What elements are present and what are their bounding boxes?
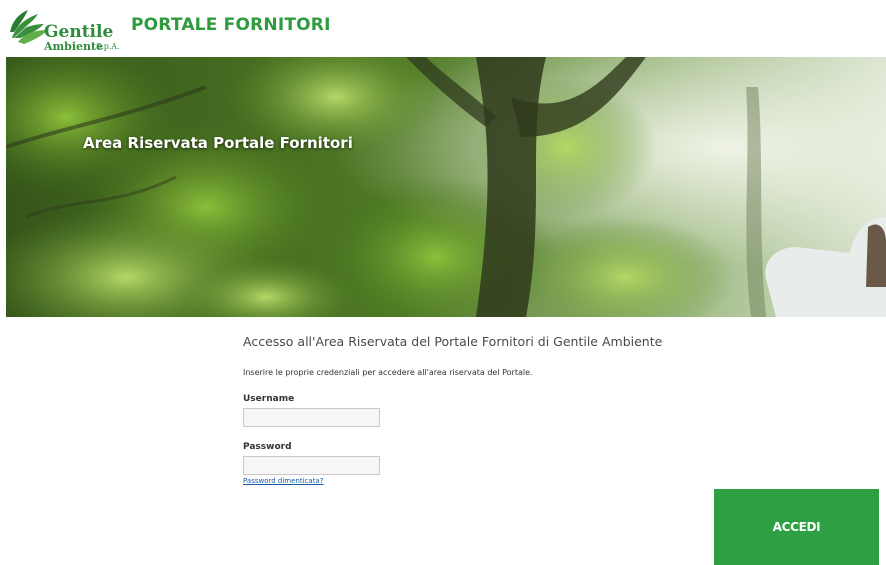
forgot-password-link[interactable]: Password dimenticata?	[243, 478, 323, 485]
forest-background-image	[6, 57, 886, 317]
password-input[interactable]	[243, 456, 380, 475]
login-page: Gentile Ambiente S.p.A. PORTALE FORNITOR…	[0, 0, 886, 565]
login-heading: Accesso all'Area Riservata del Portale F…	[243, 334, 663, 349]
site-header: Gentile Ambiente S.p.A. PORTALE FORNITOR…	[0, 0, 886, 57]
password-label: Password	[243, 442, 292, 452]
logo-word-ambiente: Ambiente	[44, 40, 104, 53]
gentile-ambiente-logo[interactable]: Gentile Ambiente S.p.A.	[8, 8, 130, 54]
logo-word-gentile: Gentile	[44, 22, 114, 42]
login-submit-button[interactable]: ACCEDI	[714, 489, 879, 565]
username-input[interactable]	[243, 408, 380, 427]
banner-title: Area Riservata Portale Fornitori	[83, 134, 353, 152]
logo-suffix: S.p.A.	[96, 42, 120, 51]
hero-banner: Area Riservata Portale Fornitori	[6, 57, 886, 317]
portal-title: PORTALE FORNITORI	[131, 15, 331, 35]
username-label: Username	[243, 394, 295, 404]
login-instructions: Inserire le proprie credenziali per acce…	[243, 368, 533, 377]
